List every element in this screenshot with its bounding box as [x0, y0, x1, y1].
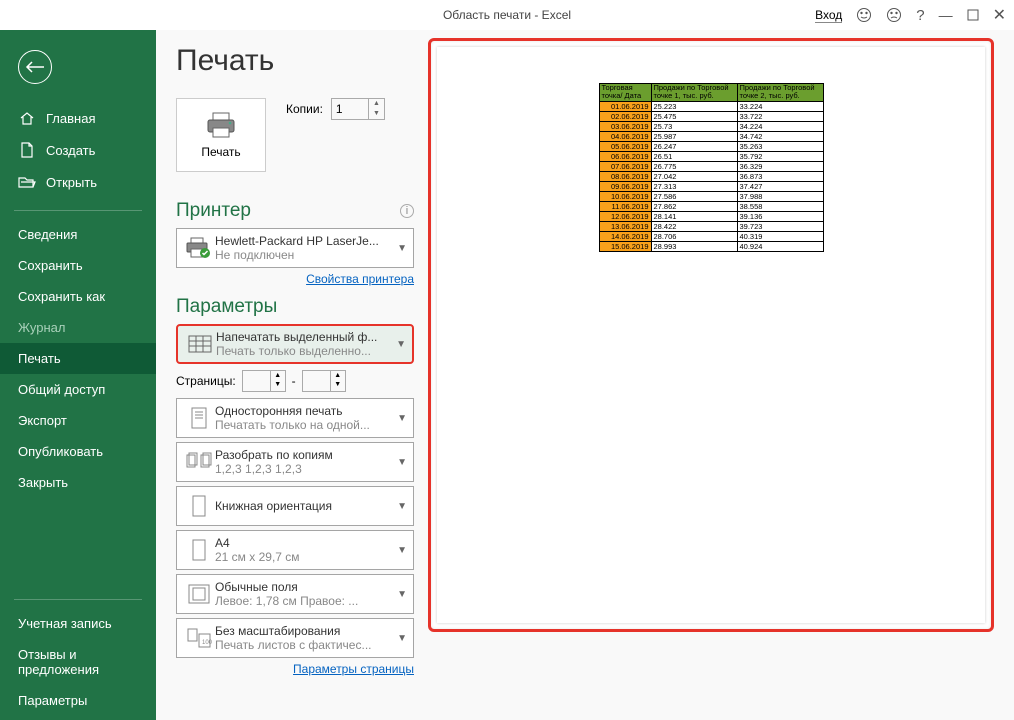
combo-line2: Печать только выделенно... — [216, 344, 392, 358]
new-icon — [18, 142, 36, 158]
maximize-button[interactable] — [967, 9, 979, 21]
orientation-combo[interactable]: Книжная ориентация ▼ — [176, 486, 414, 526]
chevron-down-icon: ▼ — [396, 339, 406, 350]
printer-name: Hewlett-Packard HP LaserJe... — [215, 234, 393, 248]
nav-Общий доступ[interactable]: Общий доступ — [0, 374, 156, 405]
login-link[interactable]: Вход — [815, 8, 842, 23]
back-button[interactable] — [18, 50, 52, 84]
chevron-down-icon: ▼ — [397, 589, 407, 600]
page-heading: Печать — [176, 44, 414, 78]
preview-table: Торговая точка/ ДатаПродажи по Торговой … — [599, 83, 824, 252]
preview-frame: Торговая точка/ ДатаПродажи по Торговой … — [428, 38, 994, 632]
printer-properties-link[interactable]: Свойства принтера — [176, 272, 414, 286]
nav-Журнал[interactable]: Журнал — [0, 312, 156, 343]
minimize-button[interactable]: — — [939, 7, 953, 23]
home-icon — [18, 110, 36, 126]
copies-spinner[interactable]: ▲▼ — [331, 98, 385, 120]
printer-selector[interactable]: Hewlett-Packard HP LaserJe... Не подключ… — [176, 228, 414, 268]
print-preview-panel: Торговая точка/ ДатаПродажи по Торговой … — [428, 30, 1014, 720]
nav-Сведения[interactable]: Сведения — [0, 219, 156, 250]
preview-page: Торговая точка/ ДатаПродажи по Торговой … — [437, 47, 985, 623]
combo-line1: Напечатать выделенный ф... — [216, 330, 392, 344]
smiley-icon[interactable] — [856, 7, 872, 23]
print-settings-panel: Печать Печать Копии: ▲▼ Принтер i — [156, 30, 428, 720]
nav-label: Открыть — [46, 175, 97, 190]
copies-input[interactable] — [332, 102, 368, 116]
nav-Сохранить[interactable]: Сохранить — [0, 250, 156, 281]
info-icon[interactable]: i — [400, 204, 414, 218]
copies-down[interactable]: ▼ — [369, 109, 384, 119]
selection-icon — [184, 333, 216, 355]
nav-Закрыть[interactable]: Закрыть — [0, 467, 156, 498]
pages-to-spinner[interactable]: ▲▼ — [302, 370, 346, 392]
page-single-icon — [183, 406, 215, 430]
copies-up[interactable]: ▲ — [369, 99, 384, 109]
printer-icon — [204, 111, 238, 139]
help-icon[interactable]: ? — [916, 7, 924, 24]
chevron-down-icon: ▼ — [397, 501, 407, 512]
chevron-down-icon: ▼ — [397, 633, 407, 644]
titlebar: Область печати - Excel Вход ? — ✕ — [0, 0, 1014, 30]
params-section-heading: Параметры — [176, 296, 414, 318]
nav-Печать[interactable]: Печать — [0, 343, 156, 374]
window-title: Область печати - Excel — [443, 8, 571, 22]
pages-to-input[interactable] — [303, 371, 330, 391]
nav-label: Создать — [46, 143, 95, 158]
paper-size-combo[interactable]: A421 см x 29,7 см ▼ — [176, 530, 414, 570]
page-setup-link[interactable]: Параметры страницы — [176, 662, 414, 676]
chevron-down-icon: ▼ — [397, 413, 407, 424]
nav-new[interactable]: Создать — [0, 134, 156, 166]
backstage-sidebar: Главная Создать Открыть СведенияСохранит… — [0, 30, 156, 720]
nav-Отзывы и предложения[interactable]: Отзывы и предложения — [0, 639, 156, 685]
nav-open[interactable]: Открыть — [0, 166, 156, 198]
nav-Параметры[interactable]: Параметры — [0, 685, 156, 716]
pages-sep: - — [292, 374, 296, 388]
nav-label: Главная — [46, 111, 95, 126]
pages-from-input[interactable] — [243, 371, 270, 391]
nav-Сохранить как[interactable]: Сохранить как — [0, 281, 156, 312]
collate-icon — [183, 451, 215, 473]
collate-combo[interactable]: Разобрать по копиям1,2,3 1,2,3 1,2,3 ▼ — [176, 442, 414, 482]
nav-home[interactable]: Главная — [0, 102, 156, 134]
open-icon — [18, 174, 36, 190]
svg-text:100: 100 — [202, 640, 212, 646]
chevron-down-icon: ▼ — [397, 457, 407, 468]
printer-status: Не подключен — [215, 248, 393, 262]
close-button[interactable]: ✕ — [993, 5, 1006, 25]
print-button-label: Печать — [201, 145, 240, 159]
pages-label: Страницы: — [176, 374, 236, 388]
scaling-icon: 100 — [183, 627, 215, 649]
printer-ready-icon — [183, 237, 215, 259]
pages-from-spinner[interactable]: ▲▼ — [242, 370, 286, 392]
chevron-down-icon: ▼ — [397, 545, 407, 556]
margins-icon — [183, 583, 215, 605]
portrait-icon — [183, 494, 215, 518]
print-side-combo[interactable]: Односторонняя печатьПечатать только на о… — [176, 398, 414, 438]
print-button[interactable]: Печать — [176, 98, 266, 172]
chevron-down-icon: ▼ — [397, 243, 407, 254]
sad-icon[interactable] — [886, 7, 902, 23]
nav-Экспорт[interactable]: Экспорт — [0, 405, 156, 436]
printer-section-heading: Принтер i — [176, 200, 414, 222]
scaling-combo[interactable]: 100 Без масштабированияПечать листов с ф… — [176, 618, 414, 658]
paper-icon — [183, 538, 215, 562]
margins-combo[interactable]: Обычные поляЛевое: 1,78 см Правое: ... ▼ — [176, 574, 414, 614]
copies-label: Копии: — [286, 102, 323, 116]
nav-Опубликовать[interactable]: Опубликовать — [0, 436, 156, 467]
nav-Учетная запись[interactable]: Учетная запись — [0, 608, 156, 639]
print-selection-combo[interactable]: Напечатать выделенный ф... Печать только… — [176, 324, 414, 364]
